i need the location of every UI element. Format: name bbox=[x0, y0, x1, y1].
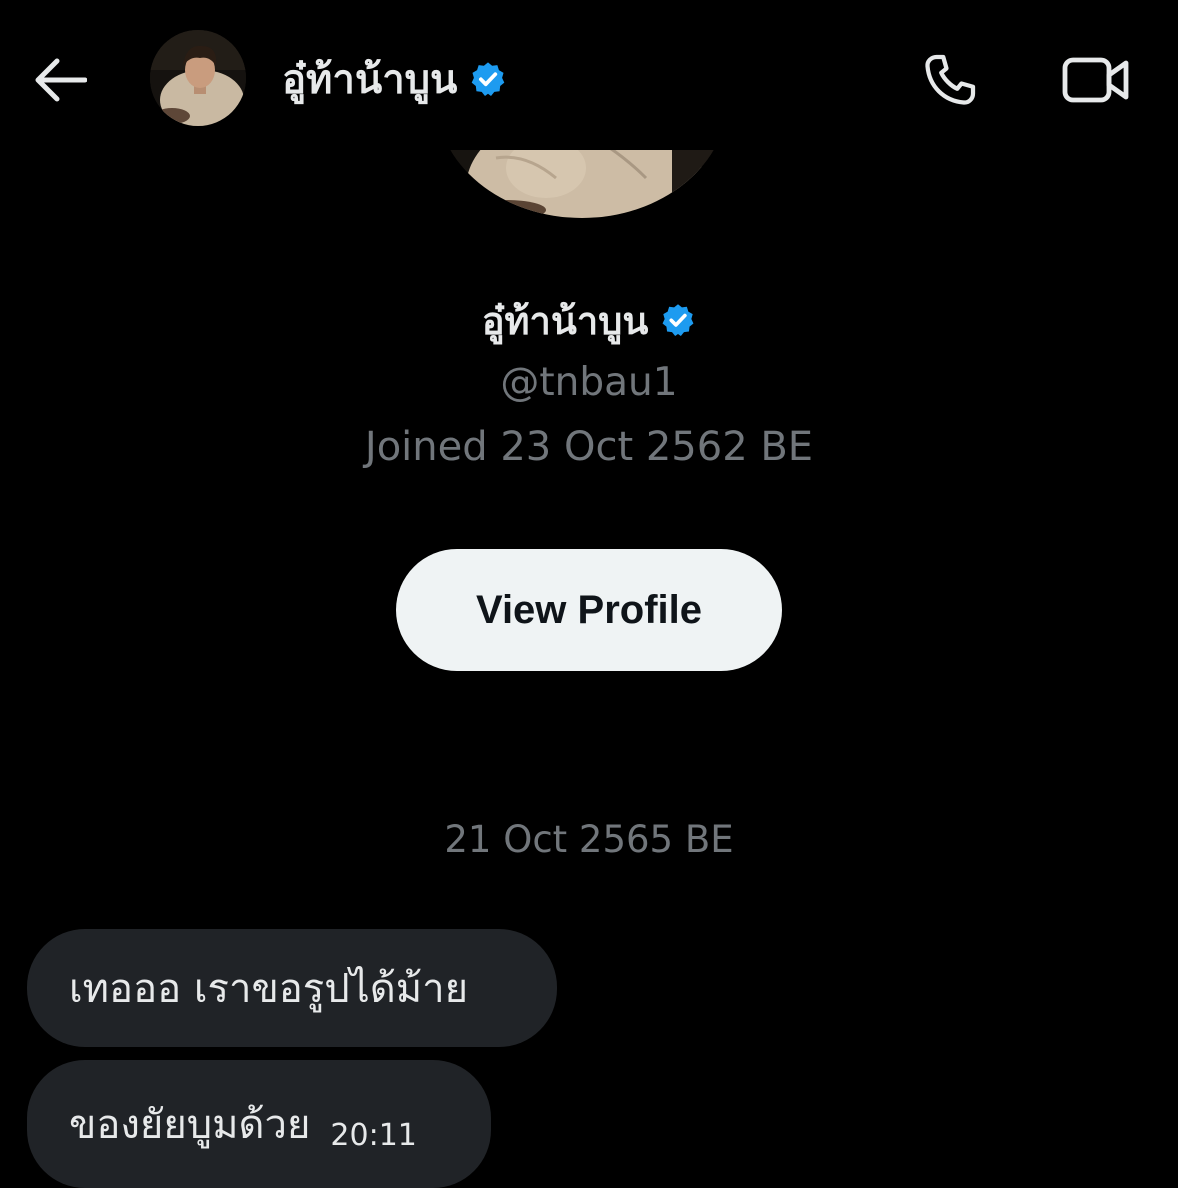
header-title[interactable]: อู๋ท้าน้าบูน bbox=[282, 48, 507, 110]
message-text: ของยัยบูมด้วย bbox=[69, 1102, 311, 1148]
back-button[interactable] bbox=[28, 48, 92, 112]
profile-handle: @tnbau1 bbox=[500, 360, 678, 405]
voice-call-button[interactable] bbox=[916, 46, 984, 114]
verified-badge-icon bbox=[662, 304, 694, 337]
phone-icon bbox=[925, 54, 976, 105]
message-bubble[interactable]: เทอออ เราขอรูปได้ม้าย bbox=[27, 929, 557, 1047]
message-timestamp: 20:11 bbox=[330, 1117, 417, 1153]
video-camera-icon bbox=[1062, 57, 1129, 103]
verified-badge-icon bbox=[472, 62, 505, 96]
date-separator: 21 Oct 2565 BE bbox=[444, 818, 734, 861]
header-avatar[interactable] bbox=[150, 30, 246, 126]
video-call-button[interactable] bbox=[1058, 46, 1134, 114]
profile-name-row: อู๋ท้าน้าบูน bbox=[0, 292, 1178, 348]
header-name: อู๋ท้าน้าบูน bbox=[282, 57, 458, 103]
message-text: เทอออ เราขอรูปได้ม้าย bbox=[69, 966, 469, 1012]
message-bubble[interactable]: ของยัยบูมด้วย 20:11 bbox=[27, 1060, 491, 1188]
avatar-photo bbox=[150, 30, 246, 126]
conversation-header: อู๋ท้าน้าบูน bbox=[0, 0, 1178, 150]
view-profile-button[interactable]: View Profile bbox=[396, 549, 782, 671]
profile-joined-date: Joined 23 Oct 2562 BE bbox=[364, 424, 814, 470]
arrow-left-icon bbox=[35, 58, 87, 102]
profile-name: อู๋ท้าน้าบูน bbox=[481, 298, 649, 343]
